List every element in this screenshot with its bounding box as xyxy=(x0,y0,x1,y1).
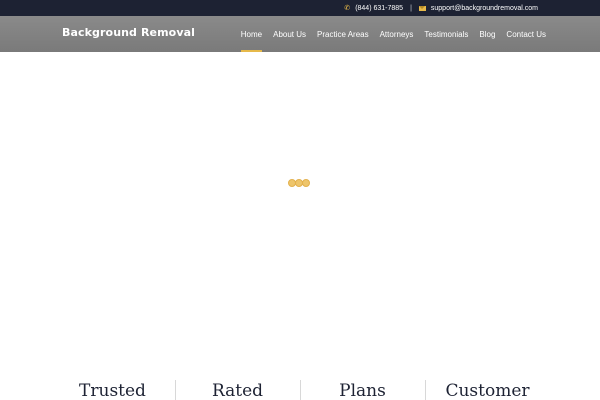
feature-rated: Rated xyxy=(175,378,300,400)
features-strip: Trusted Rated Plans Customer xyxy=(50,378,550,400)
nav-contact-us[interactable]: Contact Us xyxy=(506,16,546,52)
loader-dot xyxy=(302,179,310,187)
email-address: support@backgroundremoval.com xyxy=(430,4,538,12)
phone-contact[interactable]: ✆ (844) 631-7885 xyxy=(344,4,404,13)
email-contact[interactable]: support@backgroundremoval.com xyxy=(418,4,538,12)
site-logo[interactable]: Background Removal xyxy=(62,26,195,39)
nav-blog[interactable]: Blog xyxy=(479,16,495,52)
nav-testimonials[interactable]: Testimonials xyxy=(424,16,468,52)
feature-trusted: Trusted xyxy=(79,381,146,400)
nav-home[interactable]: Home xyxy=(240,16,263,52)
phone-icon: ✆ xyxy=(344,5,351,12)
phone-number: (844) 631-7885 xyxy=(355,4,404,12)
feature-plans: Plans xyxy=(300,378,425,400)
loading-spinner xyxy=(288,179,310,187)
main-navbar: Background Removal Home About Us Practic… xyxy=(0,16,600,52)
top-contact-bar: ✆ (844) 631-7885 | support@backgroundrem… xyxy=(0,0,600,16)
nav-about-us[interactable]: About Us xyxy=(273,16,306,52)
feature-customer: Customer xyxy=(425,378,550,400)
envelope-icon xyxy=(418,5,426,11)
nav-attorneys[interactable]: Attorneys xyxy=(380,16,414,52)
main-menu: Home About Us Practice Areas Attorneys T… xyxy=(240,16,546,52)
contact-separator: | xyxy=(410,4,412,12)
nav-practice-areas[interactable]: Practice Areas xyxy=(317,16,369,52)
